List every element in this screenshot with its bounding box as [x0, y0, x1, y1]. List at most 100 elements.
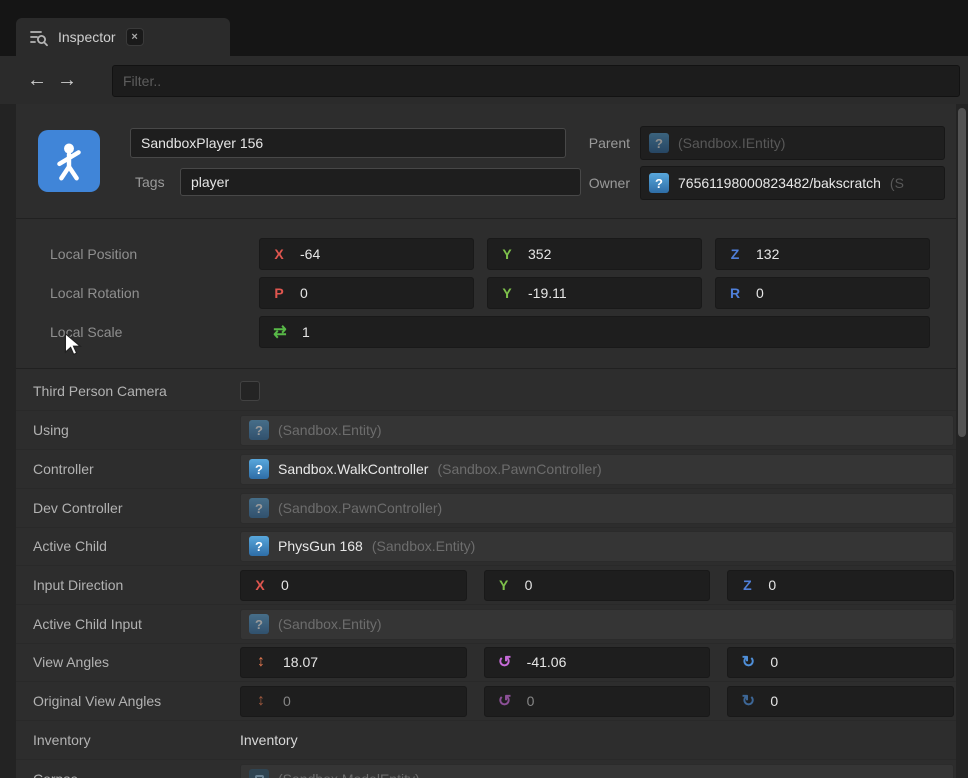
- entity-name-value: SandboxPlayer 156: [141, 135, 264, 151]
- question-icon: ?: [249, 420, 269, 440]
- rotation-yaw-value: -19.11: [528, 284, 567, 301]
- row-local-scale: Local Scale ⇄ 1: [16, 312, 956, 351]
- yaw-icon: ↺: [497, 693, 512, 710]
- active-child-field[interactable]: ? PhysGun 168 (Sandbox.Entity): [240, 530, 954, 562]
- tab-bar: Inspector ×: [0, 0, 968, 56]
- original-view-angles-pitch-field[interactable]: ↕ 0: [240, 685, 467, 717]
- scale-field[interactable]: ⇄ 1: [259, 315, 930, 348]
- pitch-icon: ↕: [257, 653, 265, 670]
- axis-z-label: Z: [730, 245, 740, 262]
- row-corpse: Corpse (Sandbox.ModelEntity): [16, 760, 956, 778]
- row-local-rotation: Local Rotation P 0 Y -19.11 R 0: [16, 273, 956, 312]
- position-y-value: 352: [528, 245, 552, 262]
- third-person-camera-checkbox[interactable]: [240, 381, 260, 401]
- vertical-scrollbar[interactable]: [956, 104, 968, 778]
- original-view-angles-pitch-value: 0: [283, 693, 291, 709]
- view-angles-label: View Angles: [33, 654, 110, 670]
- active-child-value: PhysGun 168: [278, 538, 363, 554]
- tab-close-icon[interactable]: ×: [125, 28, 144, 46]
- corpse-field[interactable]: (Sandbox.ModelEntity): [240, 763, 954, 778]
- parent-label: Parent: [588, 135, 630, 151]
- view-angles-roll-value: 0: [770, 654, 779, 670]
- input-direction-y-field[interactable]: Y 0: [483, 569, 711, 601]
- question-icon: ?: [249, 459, 269, 479]
- position-x-field[interactable]: X -64: [259, 237, 474, 270]
- tab-inspector[interactable]: Inspector ×: [16, 18, 230, 56]
- scale-value: 1: [302, 323, 310, 340]
- input-direction-z-field[interactable]: Z 0: [727, 569, 955, 601]
- controller-field[interactable]: ? Sandbox.WalkController (Sandbox.PawnCo…: [240, 453, 954, 485]
- question-icon: ?: [649, 133, 669, 153]
- inventory-value[interactable]: Inventory: [240, 732, 298, 748]
- local-scale-label: Local Scale: [50, 323, 123, 340]
- corpse-label: Corpse: [16, 771, 240, 778]
- rotation-pitch-value: 0: [300, 284, 308, 301]
- question-icon: ?: [249, 614, 269, 634]
- row-active-child-input: Active Child Input ? (Sandbox.Entity): [16, 605, 956, 644]
- back-button[interactable]: ←: [22, 56, 52, 104]
- forward-button[interactable]: →: [52, 56, 82, 104]
- owner-value: 76561198000823482/bakscratch: [678, 175, 881, 191]
- row-original-view-angles: Original View Angles ↕ 0 ↺ 0 ↻ 0: [16, 682, 956, 721]
- owner-type: (S: [889, 175, 904, 191]
- row-input-direction: Input Direction X 0 Y 0 Z 0: [16, 566, 956, 605]
- position-x-value: -64: [300, 245, 321, 262]
- scale-icon: ⇄: [273, 323, 287, 341]
- input-direction-x-field[interactable]: X 0: [240, 569, 467, 601]
- controller-label: Controller: [33, 461, 94, 477]
- input-direction-x-value: 0: [281, 577, 289, 593]
- active-child-input-field[interactable]: ? (Sandbox.Entity): [240, 608, 954, 640]
- rotation-yaw-field[interactable]: Y -19.11: [487, 276, 702, 309]
- third-person-camera-label: Third Person Camera: [33, 383, 167, 399]
- original-view-angles-yaw-value: 0: [526, 693, 535, 709]
- row-dev-controller: Dev Controller ? (Sandbox.PawnController…: [16, 489, 956, 528]
- original-view-angles-yaw-field[interactable]: ↺ 0: [483, 685, 711, 717]
- owner-label: Owner: [588, 175, 630, 191]
- view-angles-pitch-value: 18.07: [283, 654, 319, 670]
- scrollbar-thumb[interactable]: [958, 108, 966, 437]
- local-position-label: Local Position: [50, 245, 138, 262]
- original-view-angles-roll-field[interactable]: ↻ 0: [727, 685, 955, 717]
- parent-field[interactable]: ? (Sandbox.IEntity): [640, 126, 945, 160]
- axis-y-label: Y: [502, 245, 512, 262]
- position-z-value: 132: [756, 245, 780, 262]
- active-child-input-placeholder: (Sandbox.Entity): [278, 616, 382, 632]
- dev-controller-placeholder: (Sandbox.PawnController): [278, 500, 443, 516]
- view-angles-pitch-field[interactable]: ↕ 18.07: [240, 646, 467, 678]
- entity-name-field[interactable]: SandboxPlayer 156: [130, 128, 566, 158]
- using-field[interactable]: ? (Sandbox.Entity): [240, 414, 954, 446]
- input-direction-z-value: 0: [768, 577, 777, 593]
- view-angles-roll-field[interactable]: ↻ 0: [727, 646, 955, 678]
- rotation-roll-field[interactable]: R 0: [715, 276, 930, 309]
- original-view-angles-roll-value: 0: [770, 693, 779, 709]
- dev-controller-field[interactable]: ? (Sandbox.PawnController): [240, 492, 954, 524]
- dev-controller-label: Dev Controller: [33, 500, 123, 516]
- inspector-panel: SandboxPlayer 156 Tags player Parent ? (…: [16, 104, 956, 778]
- left-gutter: [0, 104, 16, 778]
- question-icon: ?: [649, 173, 669, 193]
- axis-y-label: Y: [502, 284, 512, 301]
- owner-field[interactable]: ? 76561198000823482/bakscratch (S: [640, 166, 945, 200]
- axis-y-label: Y: [499, 577, 509, 593]
- question-icon: ?: [249, 498, 269, 518]
- model-icon: [249, 769, 269, 778]
- position-z-field[interactable]: Z 132: [715, 237, 930, 270]
- pitch-icon: ↕: [257, 692, 265, 709]
- using-placeholder: (Sandbox.Entity): [278, 422, 382, 438]
- original-view-angles-label: Original View Angles: [33, 693, 162, 709]
- question-icon: ?: [249, 536, 269, 556]
- axis-x-label: X: [255, 577, 265, 593]
- view-angles-yaw-value: -41.06: [526, 654, 567, 670]
- view-angles-yaw-field[interactable]: ↺ -41.06: [483, 646, 711, 678]
- person-icon: [57, 143, 81, 181]
- filter-input[interactable]: [112, 65, 960, 97]
- active-child-input-label: Active Child Input: [33, 616, 142, 632]
- row-local-position: Local Position X -64 Y 352 Z 132: [16, 234, 956, 273]
- rotation-pitch-field[interactable]: P 0: [259, 276, 474, 309]
- player-entity-icon: [38, 130, 100, 192]
- input-direction-label: Input Direction: [33, 577, 124, 593]
- axis-p-label: P: [274, 284, 284, 301]
- roll-icon: ↻: [741, 693, 756, 710]
- inventory-label: Inventory: [33, 732, 91, 748]
- position-y-field[interactable]: Y 352: [487, 237, 702, 270]
